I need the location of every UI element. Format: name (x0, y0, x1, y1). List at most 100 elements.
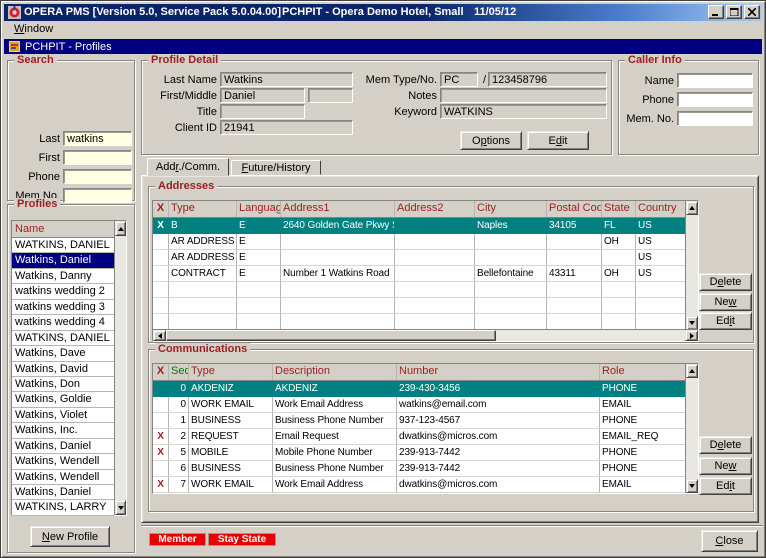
cell-city (475, 234, 547, 250)
profiles-list: Name WATKINS, DANIELWatkins, DanielWatki… (11, 220, 127, 516)
table-row[interactable]: X7WORK EMAILWork Email Addressdwatkins@m… (153, 477, 698, 493)
cell-number: dwatkins@micros.com (397, 477, 600, 493)
hscroll-thumb[interactable] (166, 330, 496, 341)
communications-new-button[interactable]: New (699, 457, 752, 475)
table-row[interactable]: 6BUSINESSBusiness Phone Number239-913-74… (153, 461, 698, 477)
scroll-down-button[interactable] (686, 479, 698, 493)
first-name-field[interactable] (220, 88, 305, 103)
table-row[interactable]: 0WORK EMAILWork Email Addresswatkins@ema… (153, 397, 698, 413)
last-name-field[interactable] (220, 72, 353, 87)
profile-list-item[interactable]: WATKINS, DANIEL (12, 238, 114, 253)
title-field[interactable] (220, 104, 305, 119)
table-row[interactable]: X2REQUESTEmail Requestdwatkins@micros.co… (153, 429, 698, 445)
table-row[interactable]: AR ADDRESSEOHUS (153, 234, 698, 250)
cell-state (602, 282, 636, 298)
profile-edit-button[interactable]: Edit (527, 131, 589, 150)
minimize-button[interactable] (708, 5, 724, 19)
cell-type: BUSINESS (189, 413, 273, 429)
caller-mem-input[interactable] (677, 111, 753, 126)
communications-edit-button[interactable]: Edit (699, 477, 752, 495)
addresses-title: Addresses (155, 180, 217, 192)
profiles-list-items: WATKINS, DANIELWatkins, DanielWatkins, D… (12, 238, 114, 515)
scroll-right-button[interactable] (685, 330, 698, 341)
profile-list-item[interactable]: Watkins, Daniel (12, 253, 114, 268)
maximize-button[interactable] (726, 5, 742, 19)
profile-list-item[interactable]: Watkins, Inc. (12, 423, 114, 438)
cell-x (153, 381, 169, 397)
scroll-down-button[interactable] (686, 316, 698, 330)
profile-list-item[interactable]: Watkins, Daniel (12, 439, 114, 454)
new-profile-button[interactable]: New Profile (30, 526, 110, 547)
scroll-down-button[interactable] (115, 500, 126, 515)
member-badge: Member (149, 533, 206, 546)
empty-table-row[interactable] (153, 298, 698, 314)
tab-future-history[interactable]: Future/History (231, 160, 321, 175)
addresses-edit-button[interactable]: Edit (699, 312, 752, 330)
profile-list-item[interactable]: Watkins, Don (12, 377, 114, 392)
cell-seq: 1 (169, 413, 189, 429)
communications-delete-button[interactable]: Delete (699, 436, 752, 454)
client-id-field[interactable] (220, 120, 353, 135)
cell-role: EMAIL_REQ (600, 429, 687, 445)
keyword-label: Keyword (357, 106, 437, 118)
search-phone-input[interactable] (63, 169, 132, 184)
table-row[interactable]: X5MOBILEMobile Phone Number239-913-7442P… (153, 445, 698, 461)
profile-list-item[interactable]: Watkins, Dave (12, 346, 114, 361)
menu-window[interactable]: Window (9, 22, 58, 36)
table-row[interactable]: CONTRACTENumber 1 Watkins RoadBellefonta… (153, 266, 698, 282)
scroll-up-button[interactable] (686, 201, 698, 215)
profile-list-item[interactable]: Watkins, Wendell (12, 470, 114, 485)
search-last-input[interactable] (63, 131, 132, 146)
communications-vscrollbar[interactable] (685, 364, 698, 493)
cell-x (153, 461, 169, 477)
search-first-input[interactable] (63, 150, 132, 165)
profile-list-item[interactable]: Watkins, Wendell (12, 454, 114, 469)
tab-addr-comm[interactable]: Addr./Comm. (147, 158, 229, 176)
caller-phone-input[interactable] (677, 92, 753, 107)
column-header-number: Number (397, 364, 600, 380)
cell-role: EMAIL (600, 477, 687, 493)
table-row[interactable]: 0AKDENIZAKDENIZ239-430-3456PHONE (153, 381, 698, 397)
profile-list-item[interactable]: WATKINS, LARRY (12, 500, 114, 515)
profile-list-item[interactable]: Watkins, Violet (12, 408, 114, 423)
addresses-hscrollbar[interactable] (153, 329, 698, 341)
empty-table-row[interactable] (153, 282, 698, 298)
table-row[interactable]: 1BUSINESSBusiness Phone Number937-123-45… (153, 413, 698, 429)
cell-state (602, 250, 636, 266)
mem-no-field[interactable] (488, 72, 607, 87)
search-mem-input[interactable] (63, 188, 132, 203)
scroll-up-button[interactable] (686, 364, 698, 378)
table-row[interactable]: XBE2640 Golden Gate Pkwy Ste 2Naples3410… (153, 218, 698, 234)
caller-phone-label: Phone (619, 94, 674, 106)
profiles-scrollbar[interactable] (114, 221, 126, 515)
column-header-seq: Seq (169, 364, 189, 380)
keyword-field[interactable] (440, 104, 607, 119)
profile-list-item[interactable]: Watkins, Goldie (12, 392, 114, 407)
profile-list-item[interactable]: Watkins, Danny (12, 269, 114, 284)
middle-name-field[interactable] (308, 88, 353, 103)
addresses-vscrollbar[interactable] (685, 201, 698, 330)
profile-list-item[interactable]: Watkins, David (12, 362, 114, 377)
profile-list-item[interactable]: watkins wedding 2 (12, 284, 114, 299)
caller-name-input[interactable] (677, 73, 753, 88)
app-icon (8, 6, 21, 19)
scroll-left-button[interactable] (153, 330, 166, 341)
close-window-button[interactable] (744, 5, 760, 19)
options-button[interactable]: Options (460, 131, 522, 150)
profile-list-item[interactable]: watkins wedding 3 (12, 300, 114, 315)
profile-list-item[interactable]: Watkins, Daniel (12, 485, 114, 500)
mem-type-field[interactable] (440, 72, 478, 87)
cell-country: US (636, 234, 687, 250)
table-row[interactable]: AR ADDRESSEUS (153, 250, 698, 266)
last-name-label: Last Name (142, 74, 217, 86)
close-button[interactable]: Close (701, 530, 758, 552)
scroll-up-button[interactable] (115, 221, 126, 236)
cell-seq: 2 (169, 429, 189, 445)
profile-list-item[interactable]: watkins wedding 4 (12, 315, 114, 330)
cell-language: E (237, 266, 281, 282)
addresses-delete-button[interactable]: Delete (699, 273, 752, 291)
addresses-new-button[interactable]: New (699, 293, 752, 311)
empty-table-row[interactable] (153, 314, 698, 330)
profile-list-item[interactable]: WATKINS, DANIEL (12, 331, 114, 346)
notes-field[interactable] (440, 88, 607, 103)
